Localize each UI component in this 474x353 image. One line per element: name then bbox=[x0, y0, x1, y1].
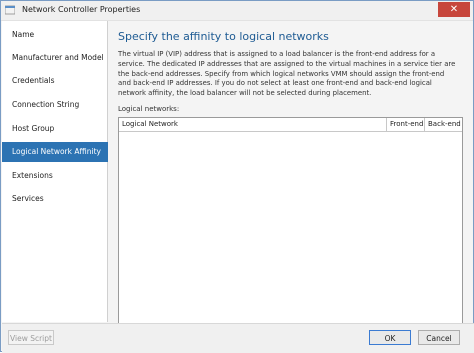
sidebar-item-name[interactable]: Name bbox=[2, 25, 107, 45]
column-header-front-end[interactable]: Front-end bbox=[387, 118, 425, 131]
column-header-back-end[interactable]: Back-end bbox=[425, 118, 462, 131]
close-button[interactable]: ✕ bbox=[438, 2, 470, 17]
sidebar-item-host-group[interactable]: Host Group bbox=[2, 119, 107, 139]
sidebar-item-services[interactable]: Services bbox=[2, 189, 107, 209]
page-title: Specify the affinity to logical networks bbox=[118, 30, 329, 43]
dialog-footer: View Script OK Cancel bbox=[2, 323, 474, 353]
sidebar-item-extensions[interactable]: Extensions bbox=[2, 166, 107, 186]
sidebar-nav: Name Manufacturer and Model Credentials … bbox=[2, 21, 115, 322]
sidebar-item-logical-network-affinity[interactable]: Logical Network Affinity bbox=[2, 142, 115, 162]
view-script-button[interactable]: View Script bbox=[8, 330, 54, 345]
grid-header: Logical Network Front-end Back-end bbox=[119, 118, 462, 132]
window-title: Network Controller Properties bbox=[22, 5, 141, 14]
cancel-button[interactable]: Cancel bbox=[418, 330, 460, 345]
properties-dialog: Network Controller Properties ✕ Name Man… bbox=[0, 0, 474, 353]
main-panel: Specify the affinity to logical networks… bbox=[108, 21, 473, 344]
logical-networks-grid[interactable]: Logical Network Front-end Back-end bbox=[118, 117, 463, 344]
sidebar-item-connection-string[interactable]: Connection String bbox=[2, 95, 107, 115]
logical-networks-label: Logical networks: bbox=[118, 105, 180, 113]
sidebar-item-credentials[interactable]: Credentials bbox=[2, 71, 107, 91]
ok-button[interactable]: OK bbox=[369, 330, 411, 345]
column-header-logical-network[interactable]: Logical Network bbox=[119, 118, 387, 131]
description-text: The virtual IP (VIP) address that is ass… bbox=[118, 50, 456, 98]
app-icon bbox=[5, 5, 15, 15]
title-bar[interactable]: Network Controller Properties ✕ bbox=[1, 1, 473, 21]
sidebar-item-manufacturer-and-model[interactable]: Manufacturer and Model bbox=[2, 48, 107, 68]
